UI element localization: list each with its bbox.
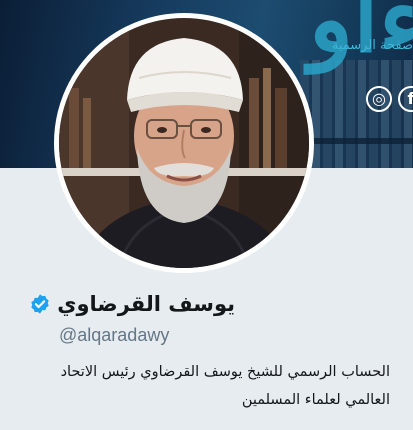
profile-bio: الحساب الرسمي للشيخ يوسف القرضاوي رئيس ا…: [60, 364, 390, 408]
facebook-icon: f: [398, 86, 413, 112]
banner-caption: صفحة الرسمية: [331, 38, 413, 53]
banner-bookshelf-image: [300, 60, 413, 168]
profile-avatar[interactable]: [54, 13, 314, 273]
instagram-icon: ◎: [366, 86, 392, 112]
avatar-portrait: [59, 18, 309, 268]
profile-handle[interactable]: @alqaradawy: [59, 325, 169, 346]
profile-name-row: يوسف القرضاوي: [29, 289, 235, 319]
profile-name: يوسف القرضاوي: [57, 292, 235, 316]
banner-social-icons: ◎ f: [366, 86, 413, 112]
verified-badge-icon: [29, 293, 51, 315]
